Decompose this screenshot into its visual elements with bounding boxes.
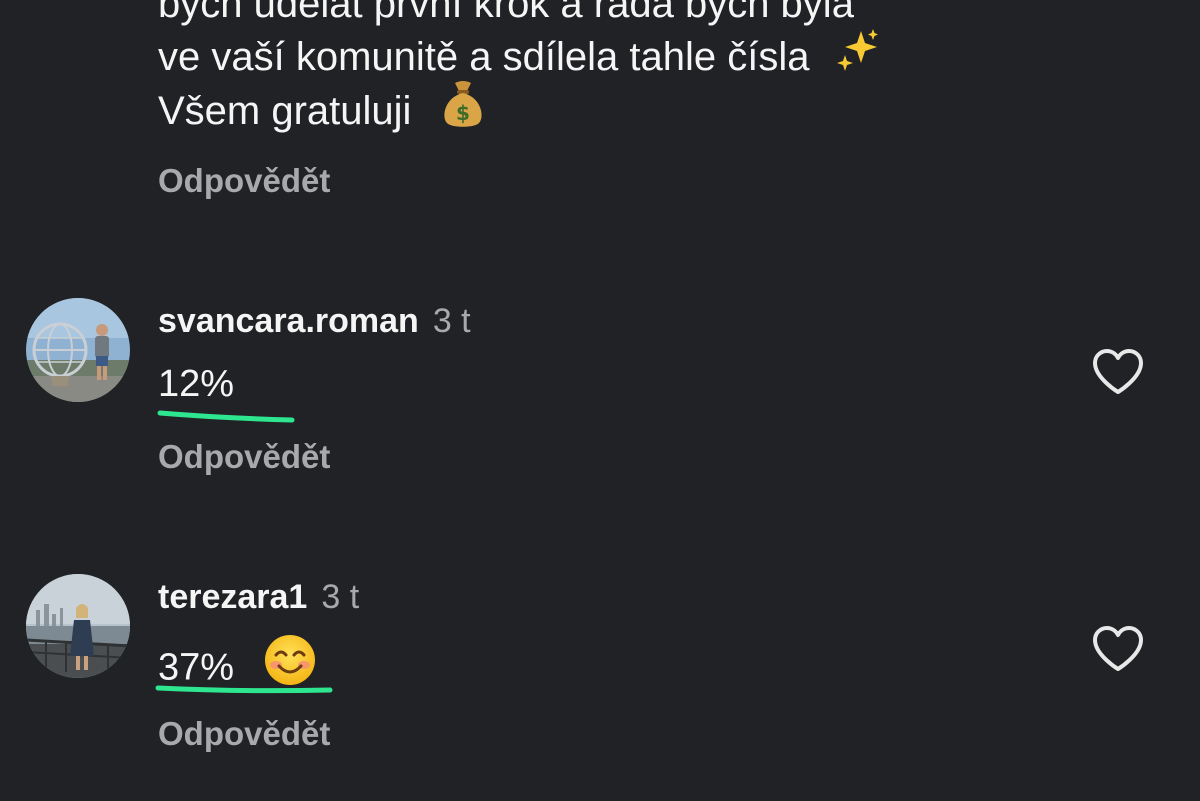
post-comment-line-2: ve vaší komunitě a sdílela tahle čísla — [158, 27, 881, 89]
username-link[interactable]: terezara1 — [158, 578, 307, 616]
money-bag-icon: $ — [441, 79, 485, 142]
highlight-underline — [155, 685, 333, 694]
highlight-underline — [157, 410, 295, 423]
comment-time: 3 t — [321, 578, 360, 616]
avatar[interactable] — [26, 574, 130, 678]
svg-text:$: $ — [456, 101, 470, 125]
heart-outline-icon[interactable] — [1091, 348, 1145, 396]
comment-header: terezara1 3 t — [158, 577, 359, 617]
post-comment-line-1: bych udělat první krok a ráda bych byla — [158, 0, 854, 26]
reply-link[interactable]: Odpovědět — [158, 161, 330, 201]
post-comment-line-2-text: ve vaší komunitě a sdílela tahle čísla — [158, 35, 810, 80]
comment-text: 12% — [158, 363, 235, 405]
username-link[interactable]: svancara.roman — [158, 302, 419, 340]
comment-header: svancara.roman 3 t — [158, 301, 471, 341]
comment-time: 3 t — [432, 302, 471, 340]
avatar[interactable] — [26, 298, 130, 402]
reply-link[interactable]: Odpovědět — [158, 437, 330, 477]
heart-outline-icon[interactable] — [1091, 625, 1145, 673]
sparkles-icon — [835, 27, 881, 86]
post-comment-line-3-text: Všem gratuluji — [158, 89, 412, 134]
post-comment-line-3: Všem gratuluji $ — [158, 79, 485, 145]
reply-link[interactable]: Odpovědět — [158, 714, 330, 754]
